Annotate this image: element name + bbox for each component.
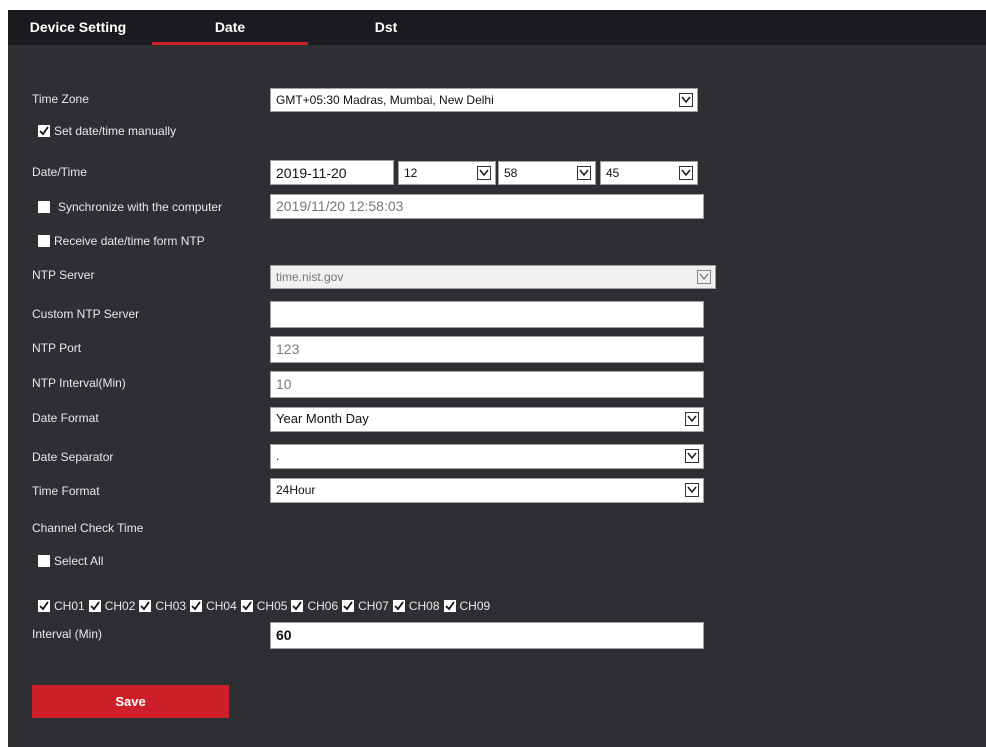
second-value: 45 — [606, 166, 620, 180]
checkbox-unchecked-icon — [38, 235, 50, 247]
chevron-down-icon — [685, 483, 699, 497]
interval-min-input[interactable]: 60 — [270, 622, 704, 649]
chevron-down-icon — [477, 166, 491, 180]
ntp-interval-label: NTP Interval(Min) — [32, 376, 126, 390]
chevron-down-icon — [679, 166, 693, 180]
chevron-down-icon — [685, 449, 699, 463]
channel-label: CH02 — [104, 599, 136, 613]
channel-checkbox-ch07[interactable]: CH07 — [342, 599, 389, 613]
chevron-down-icon — [577, 166, 591, 180]
ntp-server-label: NTP Server — [32, 268, 95, 282]
channel-checkbox-row: CH01 CH02 CH03 CH04 CH05 CH06 CH07 CH08 … — [38, 599, 494, 613]
ntp-port-label: NTP Port — [32, 341, 82, 355]
minute-select[interactable]: 58 — [498, 161, 596, 185]
receive-ntp-checkbox[interactable]: Receive date/time form NTP — [38, 234, 205, 248]
set-manually-checkbox[interactable]: Set date/time manually — [38, 124, 176, 138]
date-input-field[interactable] — [276, 161, 393, 184]
channel-checkbox-ch03[interactable]: CH03 — [139, 599, 186, 613]
chevron-down-icon — [685, 412, 699, 426]
tab-device-setting[interactable]: Device Setting — [8, 10, 148, 45]
channel-checkbox-ch09[interactable]: CH09 — [443, 599, 491, 613]
checkbox-checked-icon — [342, 600, 355, 612]
checkbox-checked-icon — [88, 600, 101, 612]
time-zone-select[interactable]: GMT+05:30 Madras, Mumbai, New Delhi — [270, 88, 698, 112]
second-select[interactable]: 45 — [600, 161, 698, 185]
date-separator-value: . — [276, 449, 280, 463]
channel-checkbox-ch05[interactable]: CH05 — [240, 599, 288, 613]
channel-label: CH03 — [155, 599, 187, 613]
ntp-server-value: time.nist.gov — [276, 270, 344, 284]
channel-label: CH06 — [307, 599, 339, 613]
channel-label: CH01 — [54, 599, 85, 613]
hour-select[interactable]: 12 — [398, 161, 496, 185]
checkbox-checked-icon — [240, 600, 253, 612]
checkbox-checked-icon — [291, 600, 304, 612]
sync-computer-checkbox[interactable]: Synchronize with the computer — [38, 200, 222, 214]
receive-ntp-label: Receive date/time form NTP — [54, 234, 205, 248]
custom-ntp-server-input[interactable] — [270, 301, 704, 328]
time-format-value: 24Hour — [276, 483, 316, 497]
select-all-label: Select All — [54, 554, 104, 568]
ntp-server-select[interactable]: time.nist.gov — [270, 265, 716, 289]
date-time-label: Date/Time — [32, 165, 87, 179]
select-all-checkbox[interactable]: Select All — [38, 554, 103, 568]
date-input[interactable] — [270, 160, 394, 185]
tab-date[interactable]: Date — [152, 10, 308, 45]
date-format-label: Date Format — [32, 411, 99, 425]
channel-checkbox-ch02[interactable]: CH02 — [88, 599, 136, 613]
checkbox-checked-icon — [443, 600, 456, 612]
date-format-value: Year Month Day — [276, 411, 369, 426]
channel-label: CH08 — [408, 599, 440, 613]
date-separator-label: Date Separator — [32, 450, 114, 464]
time-zone-label: Time Zone — [32, 92, 89, 106]
time-format-select[interactable]: 24Hour — [270, 478, 704, 503]
time-format-label: Time Format — [32, 484, 100, 498]
date-format-select[interactable]: Year Month Day — [270, 407, 704, 432]
checkbox-checked-icon — [392, 600, 405, 612]
date-separator-select[interactable]: . — [270, 444, 704, 469]
checkbox-checked-icon — [38, 125, 50, 137]
hour-value: 12 — [404, 166, 418, 180]
sync-computer-label: Synchronize with the computer — [58, 200, 223, 214]
custom-ntp-server-label: Custom NTP Server — [32, 307, 140, 321]
channel-label: CH09 — [459, 599, 491, 613]
computer-time-display: 2019/11/20 12:58:03 — [270, 194, 704, 219]
settings-panel: Device Setting Date Dst Time Zone GMT+05… — [8, 10, 986, 747]
minute-value: 58 — [504, 166, 518, 180]
custom-ntp-server-field[interactable] — [276, 302, 703, 327]
channel-label: CH07 — [358, 599, 389, 613]
chevron-down-icon — [697, 270, 711, 284]
checkbox-unchecked-icon — [38, 555, 50, 567]
checkbox-checked-icon — [139, 600, 152, 612]
checkbox-unchecked-icon — [38, 201, 50, 213]
ntp-interval-input[interactable]: 10 — [270, 371, 704, 398]
time-zone-value: GMT+05:30 Madras, Mumbai, New Delhi — [276, 93, 494, 107]
channel-label: CH04 — [206, 599, 237, 613]
tab-bar: Device Setting Date Dst — [8, 10, 986, 45]
channel-checkbox-ch08[interactable]: CH08 — [392, 599, 440, 613]
channel-label: CH05 — [256, 599, 288, 613]
chevron-down-icon — [679, 93, 693, 107]
channel-checkbox-ch06[interactable]: CH06 — [291, 599, 338, 613]
channel-checkbox-ch04[interactable]: CH04 — [190, 599, 237, 613]
ntp-port-input[interactable]: 123 — [270, 336, 704, 363]
tab-dst[interactable]: Dst — [308, 10, 464, 45]
interval-min-label: Interval (Min) — [32, 627, 103, 641]
checkbox-checked-icon — [38, 600, 50, 612]
set-manually-label: Set date/time manually — [54, 124, 177, 138]
save-button[interactable]: Save — [32, 685, 229, 718]
checkbox-checked-icon — [190, 600, 203, 612]
channel-checkbox-ch01[interactable]: CH01 — [38, 599, 85, 613]
channel-check-time-label: Channel Check Time — [32, 521, 144, 535]
